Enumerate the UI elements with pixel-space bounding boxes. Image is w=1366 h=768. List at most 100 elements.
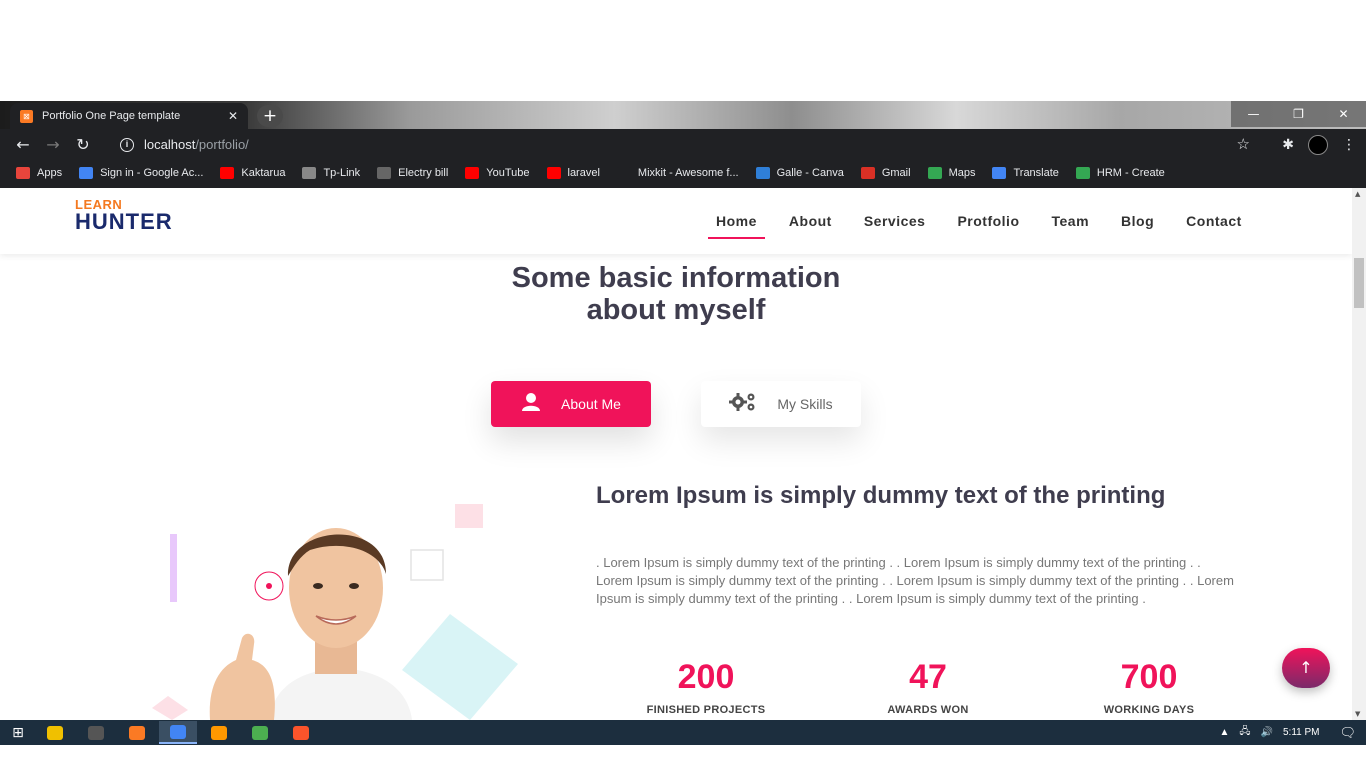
taskbar-app[interactable] <box>77 721 115 744</box>
profile-illustration <box>152 504 518 720</box>
taskbar-app[interactable] <box>118 721 156 744</box>
page-scrollbar[interactable]: ▲ ▼ <box>1352 188 1366 720</box>
taskbar-app[interactable] <box>159 721 197 744</box>
bookmark-item[interactable]: laravel <box>546 167 600 179</box>
bookmark-item[interactable]: Gmail <box>860 167 911 179</box>
tab-strip: ⊠ Portfolio One Page template ✕ + — ❐ ✕ <box>0 101 1366 129</box>
scroll-up-arrow-icon[interactable]: ▲ <box>1355 190 1360 198</box>
tab-close-icon[interactable]: ✕ <box>228 109 238 123</box>
stat-awards-won: 47 AWARDS WON <box>828 658 1028 716</box>
bookmark-label: Sign in - Google Ac... <box>100 167 204 179</box>
decor-square-outline <box>410 549 444 581</box>
info-icon[interactable]: i <box>120 137 134 152</box>
bookmark-item[interactable]: Kaktarua <box>220 167 285 179</box>
new-tab-button[interactable]: + <box>257 105 283 127</box>
browser-tab[interactable]: ⊠ Portfolio One Page template ✕ <box>10 103 248 129</box>
bookmark-star-icon[interactable]: ☆ <box>1237 135 1250 153</box>
bookmarks-bar: Apps Sign in - Google Ac... Kaktarua Tp-Lin… <box>0 160 1366 186</box>
back-arrow-icon[interactable]: ← <box>8 135 38 154</box>
brave-icon <box>293 725 309 740</box>
scroll-thumb[interactable] <box>1354 258 1364 308</box>
stat-working-days: 700 WORKING DAYS <box>1049 658 1249 716</box>
bookmark-item[interactable]: Tp-Link <box>302 167 360 179</box>
address-bar[interactable]: i localhost/portfolio/ ☆ <box>108 132 1258 157</box>
about-me-tab-button[interactable]: About Me <box>491 381 651 427</box>
globe-icon <box>302 167 317 179</box>
browser-chrome: ⊠ Portfolio One Page template ✕ + — ❐ ✕ … <box>0 101 1366 188</box>
windows-start-icon[interactable]: ⊞ <box>0 725 36 741</box>
notifications-icon[interactable]: 🗨 <box>1339 725 1356 741</box>
profile-avatar[interactable] <box>1308 135 1328 155</box>
bookmark-item[interactable]: Translate <box>992 167 1059 179</box>
toolbar-actions: ✱ ⋮ <box>1282 135 1356 155</box>
bookmark-item[interactable]: HRM - Create <box>1075 167 1165 179</box>
volume-icon[interactable]: 🔊 <box>1261 727 1273 738</box>
stat-number: 47 <box>909 658 947 696</box>
my-skills-tab-button[interactable]: My Skills <box>701 381 861 427</box>
stat-number: 200 <box>677 658 735 696</box>
nav-portfolio[interactable]: Protfolio <box>957 207 1019 235</box>
back-to-top-button[interactable]: ↑ <box>1282 648 1330 688</box>
decor-diamond-cyan <box>402 614 518 720</box>
xampp-icon <box>129 725 145 740</box>
nav-services[interactable]: Services <box>864 207 926 235</box>
bookmark-item[interactable]: Maps <box>927 167 975 179</box>
nav-team[interactable]: Team <box>1052 207 1090 235</box>
mixkit-icon <box>616 167 631 179</box>
maximize-button[interactable]: ❐ <box>1276 101 1321 127</box>
menu-dots-icon[interactable]: ⋮ <box>1342 137 1356 153</box>
windows-taskbar: ⊞ ▲ 🖧 🔊 5:11 PM 🗨 <box>0 720 1366 745</box>
nav-home[interactable]: Home <box>708 207 765 239</box>
decor-dot <box>266 583 272 589</box>
logo-bottom-text: HUNTER <box>75 209 173 234</box>
stat-label: AWARDS WON <box>887 704 969 716</box>
web-page: LEARN HUNTER Home About Services Protfol… <box>0 188 1352 720</box>
taskbar-app[interactable] <box>282 721 320 744</box>
taskbar-apps <box>36 721 323 744</box>
forward-arrow-icon[interactable]: → <box>38 135 68 154</box>
extensions-puzzle-icon[interactable]: ✱ <box>1282 137 1294 153</box>
bookmark-label: Galle - Canva <box>776 167 844 179</box>
heading-line-1: Some basic information <box>511 262 841 294</box>
bookmark-item[interactable]: Apps <box>16 167 62 179</box>
system-tray: ▲ 🖧 🔊 5:11 PM 🗨 <box>1219 720 1356 745</box>
tray-expand-icon[interactable]: ▲ <box>1219 727 1229 738</box>
sublime-icon <box>211 725 227 740</box>
nav-blog[interactable]: Blog <box>1121 207 1154 235</box>
youtube-icon <box>546 167 561 179</box>
taskbar-app[interactable] <box>36 721 74 744</box>
taskbar-app[interactable] <box>200 721 238 744</box>
stat-number: 700 <box>1120 658 1178 696</box>
chrome-icon <box>170 724 186 739</box>
bookmark-item[interactable]: Electry bill <box>377 167 448 179</box>
bookmark-label: Mixkit - Awesome f... <box>637 167 739 179</box>
my-skills-label: My Skills <box>777 396 833 412</box>
bottom-blank-area <box>0 745 1366 768</box>
nav-about[interactable]: About <box>789 207 832 235</box>
bookmark-item[interactable]: Sign in - Google Ac... <box>79 167 203 179</box>
maps-icon <box>927 167 942 179</box>
network-icon[interactable]: 🖧 <box>1239 724 1250 741</box>
bookmark-item[interactable]: YouTube <box>465 167 530 179</box>
scroll-down-arrow-icon[interactable]: ▼ <box>1355 710 1360 718</box>
reload-icon[interactable]: ↻ <box>68 135 98 154</box>
gmail-icon <box>860 167 875 179</box>
minimize-button[interactable]: — <box>1231 101 1276 127</box>
clock[interactable]: 5:11 PM <box>1283 727 1320 738</box>
bookmark-label: Kaktarua <box>241 167 286 179</box>
bookmark-label: Translate <box>1013 167 1059 179</box>
content-body: . Lorem Ipsum is simply dummy text of th… <box>596 555 1234 606</box>
bookmark-item[interactable]: Galle - Canva <box>755 167 844 179</box>
nav-contact[interactable]: Contact <box>1186 207 1242 235</box>
tab-title: Portfolio One Page template <box>42 110 181 122</box>
google-icon <box>79 167 94 179</box>
taskbar-app[interactable] <box>241 721 279 744</box>
person-photo <box>209 528 412 720</box>
section-heading: Some basic information about myself <box>0 262 1352 326</box>
app-icon <box>252 725 268 740</box>
youtube-icon <box>465 167 480 179</box>
bookmark-item[interactable]: Mixkit - Awesome f... <box>616 167 739 179</box>
about-me-label: About Me <box>561 396 621 412</box>
site-logo[interactable]: LEARN HUNTER <box>75 198 173 233</box>
close-window-button[interactable]: ✕ <box>1321 101 1366 127</box>
